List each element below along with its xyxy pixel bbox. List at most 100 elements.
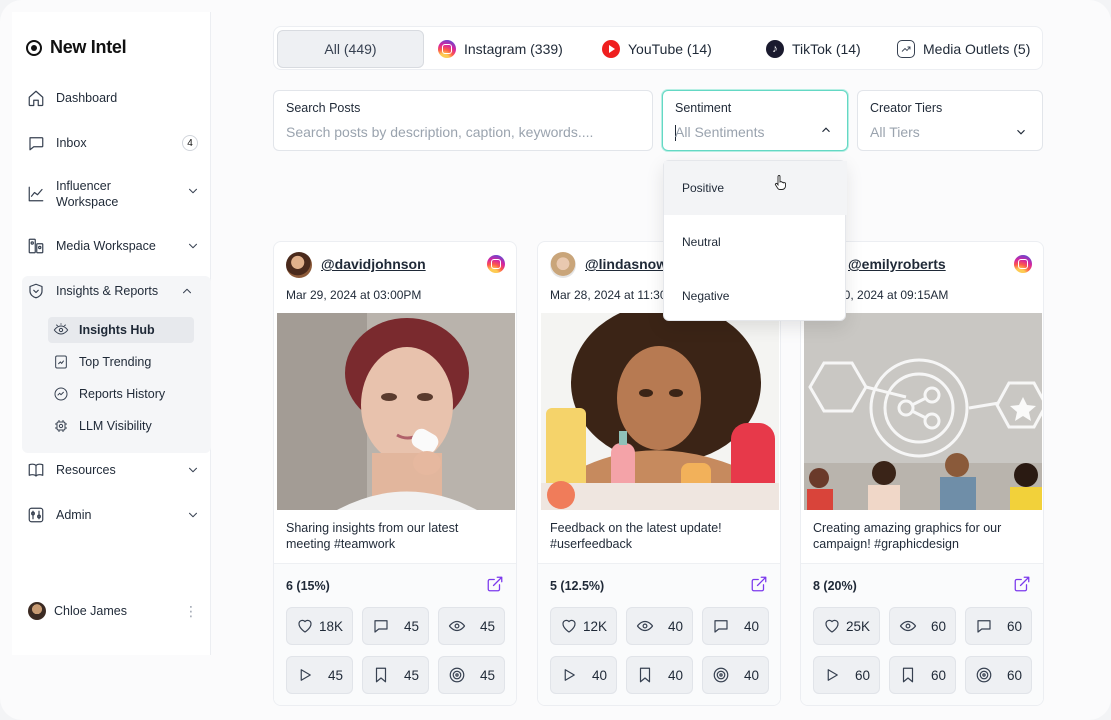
reach-metric: 60	[965, 656, 1032, 694]
chevron-down-icon	[186, 508, 200, 522]
chip-icon	[55, 420, 67, 432]
tiers-value: All Tiers	[870, 124, 920, 140]
metric-value: 60	[1006, 618, 1022, 634]
metric-value: 40	[591, 667, 607, 683]
sidebar-item-insights-reports[interactable]: Insights & Reports	[26, 281, 204, 301]
post-image[interactable]	[541, 313, 779, 510]
play-icon	[564, 669, 575, 681]
sidebar-item-label: Admin	[56, 508, 92, 522]
metric-value: 45	[403, 618, 419, 634]
field-label: Search Posts	[286, 101, 361, 115]
heart-icon	[298, 619, 312, 633]
tab-all[interactable]: All (449)	[277, 30, 424, 68]
metric-value: 45	[479, 618, 495, 634]
eye-icon	[448, 620, 466, 632]
media-icon	[26, 236, 46, 256]
tab-instagram[interactable]: Instagram (339)	[438, 30, 563, 68]
chat-icon	[26, 133, 46, 153]
creator-handle[interactable]: @emilyroberts	[848, 256, 946, 272]
plays-metric: 45	[286, 656, 353, 694]
engagement-rate: 8 (20%)	[813, 579, 857, 593]
sidebar-item-label: Insights & Reports	[56, 284, 159, 298]
reach-metric: 40	[702, 656, 769, 694]
eye-insight-icon	[53, 323, 69, 335]
sidebar-subitem-insights-hub[interactable]: Insights Hub	[48, 317, 194, 343]
comments-metric: 60	[965, 607, 1032, 645]
sidebar-item-influencer-workspace[interactable]: Influencer Workspace	[26, 178, 204, 210]
book-icon	[26, 460, 46, 480]
app-window: New Intel Dashboard Inbox 4 Influencer W…	[0, 0, 1111, 720]
chevron-down-icon	[186, 184, 200, 198]
reach-metric: 45	[438, 656, 505, 694]
sidebar-subitem-label: Insights Hub	[79, 323, 155, 337]
history-icon	[54, 387, 68, 401]
comments-metric: 40	[702, 607, 769, 645]
views-metric: 40	[626, 607, 693, 645]
sentiment-select[interactable]: Sentiment All Sentiments	[662, 90, 848, 151]
heart-icon	[825, 619, 839, 633]
tab-tiktok[interactable]: ♪ TikTok (14)	[766, 30, 861, 68]
youtube-icon	[602, 40, 620, 58]
sidebar-item-media-workspace[interactable]: Media Workspace	[26, 236, 204, 256]
trend-chart-icon	[26, 184, 46, 204]
bookmark-icon	[902, 667, 914, 683]
play-icon	[300, 669, 311, 681]
shield-icon	[26, 281, 46, 301]
external-link-icon[interactable]	[750, 575, 768, 593]
tab-label: All (449)	[324, 41, 377, 57]
option-negative[interactable]: Negative	[664, 269, 847, 323]
post-image[interactable]	[277, 313, 515, 510]
post-image[interactable]	[804, 313, 1042, 510]
creator-handle[interactable]: @davidjohnson	[321, 256, 426, 272]
tab-media-outlets[interactable]: Media Outlets (5)	[897, 30, 1030, 68]
instagram-icon	[1014, 255, 1032, 273]
comment-icon	[374, 620, 388, 633]
metric-value: 40	[667, 618, 683, 634]
logo[interactable]: New Intel	[26, 37, 127, 58]
post-caption: Creating amazing graphics for our campai…	[813, 521, 1002, 551]
sidebar-item-label: Dashboard	[56, 91, 118, 105]
sidebar: New Intel Dashboard Inbox 4 Influencer W…	[12, 12, 211, 655]
metric-value: 40	[667, 667, 683, 683]
search-posts-field[interactable]: Search Posts Search posts by description…	[273, 90, 653, 151]
sidebar-item-resources[interactable]: Resources	[26, 460, 204, 480]
post-caption: Sharing insights from our latest meeting…	[286, 521, 459, 551]
saves-metric: 40	[626, 656, 693, 694]
user-profile[interactable]: Chloe James ⋮	[28, 602, 198, 620]
sidebar-item-inbox[interactable]: Inbox 4	[26, 133, 204, 153]
hand-cursor-icon	[774, 175, 786, 190]
comments-metric: 45	[362, 607, 429, 645]
external-link-icon[interactable]	[1013, 575, 1031, 593]
sidebar-item-label: Inbox	[56, 136, 87, 150]
tab-youtube[interactable]: YouTube (14)	[602, 30, 712, 68]
tiktok-icon: ♪	[766, 40, 784, 58]
post-card[interactable]: @davidjohnson Mar 29, 2024 at 03:00PM Sh…	[273, 241, 517, 706]
post-caption: Feedback on the latest update! #userfeed…	[550, 521, 722, 551]
option-positive[interactable]: Positive	[664, 161, 847, 215]
comment-icon	[714, 620, 728, 633]
views-metric: 60	[889, 607, 956, 645]
creator-tiers-select[interactable]: Creator Tiers All Tiers	[857, 90, 1043, 151]
chevron-down-icon	[186, 239, 200, 253]
more-options-icon[interactable]: ⋮	[184, 604, 198, 618]
sidebar-subitem-llm-visibility[interactable]: LLM Visibility	[48, 413, 194, 439]
search-input[interactable]: Search posts by description, caption, ke…	[286, 124, 593, 140]
instagram-icon	[487, 255, 505, 273]
chevron-up-icon	[180, 284, 194, 298]
sidebar-item-admin[interactable]: Admin	[26, 505, 204, 525]
avatar	[28, 602, 46, 620]
saves-metric: 45	[362, 656, 429, 694]
metric-value: 25K	[845, 618, 870, 634]
sidebar-item-label: Influencer Workspace	[56, 179, 119, 209]
metric-value: 40	[743, 618, 759, 634]
creator-handle[interactable]: @lindasnow	[585, 256, 667, 272]
sidebar-subitem-top-trending[interactable]: Top Trending	[48, 349, 194, 375]
play-icon	[827, 669, 838, 681]
sidebar-subitem-reports-history[interactable]: Reports History	[48, 381, 194, 407]
external-link-icon[interactable]	[486, 575, 504, 593]
sidebar-item-dashboard[interactable]: Dashboard	[26, 88, 204, 108]
option-neutral[interactable]: Neutral	[664, 215, 847, 269]
tab-label: YouTube (14)	[628, 41, 712, 57]
eye-icon	[899, 620, 917, 632]
field-label: Creator Tiers	[870, 101, 943, 115]
